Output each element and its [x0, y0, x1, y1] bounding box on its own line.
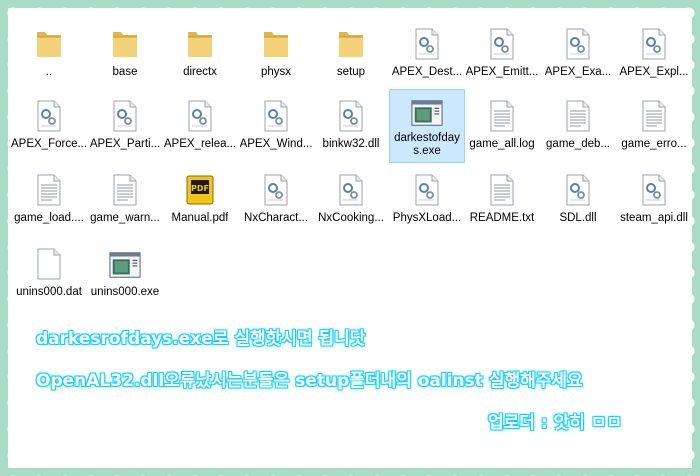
file-item[interactable]: game_erro... [617, 94, 691, 160]
file-label: unins000.exe [90, 286, 160, 298]
file-label: APEX_Exa... [544, 66, 612, 78]
file-label: APEX_Force... [11, 138, 87, 150]
file-label: Manual.pdf [171, 212, 229, 224]
folder-icon [335, 22, 367, 60]
file-item[interactable]: APEX_Wind... [239, 94, 313, 160]
file-item[interactable]: SDL.dll [541, 168, 615, 234]
file-label: NxCooking... [318, 212, 384, 224]
file-item[interactable]: base [88, 22, 162, 88]
file-grid: .. base directx physx setup APEX_Dest... APEX_… [8, 8, 692, 308]
file-item[interactable]: unins000.dat [12, 242, 86, 308]
file-label: APEX_Parti... [89, 138, 161, 150]
file-item[interactable]: APEX_Emitt... [465, 22, 539, 88]
text-file-icon [486, 94, 518, 132]
file-label: steam_api.dll [620, 212, 688, 224]
file-item[interactable]: APEX_Dest... [390, 22, 464, 88]
file-label: base [112, 66, 138, 78]
file-label: PhysXLoad... [392, 212, 462, 224]
dll-file-icon [486, 22, 518, 60]
file-label: physx [260, 66, 292, 78]
file-label: unins000.dat [16, 286, 82, 298]
dll-file-icon [562, 22, 594, 60]
file-item[interactable]: darkestofdays.exe [389, 89, 465, 163]
file-item[interactable]: game_warn... [88, 168, 162, 234]
file-label: game_deb... [546, 138, 610, 150]
file-item[interactable]: physx [239, 22, 313, 88]
dll-file-icon [33, 94, 65, 132]
dll-file-icon [638, 168, 670, 206]
file-item[interactable]: APEX_Exa... [541, 22, 615, 88]
file-item[interactable]: steam_api.dll [617, 168, 691, 234]
file-item[interactable]: game_load.... [12, 168, 86, 234]
text-file-icon [109, 168, 141, 206]
file-item[interactable]: APEX_Force... [11, 94, 87, 160]
file-label: game_erro... [621, 138, 687, 150]
file-item[interactable]: setup [314, 22, 388, 88]
pdf-file-icon: PDF [184, 168, 216, 206]
dll-file-icon [411, 22, 443, 60]
file-item[interactable]: APEX_relea... [163, 94, 237, 160]
exe-app-icon [109, 242, 141, 280]
caption-overlay: darkesrofdays.exe로 실행핫시면 됩니닷 OpenAL32.dl… [28, 318, 688, 458]
file-item[interactable]: APEX_Expl... [617, 22, 691, 88]
folder-icon [260, 22, 292, 60]
file-label: APEX_Dest... [391, 66, 463, 78]
dll-file-icon [260, 168, 292, 206]
file-label: APEX_relea... [163, 138, 237, 150]
dll-file-icon [335, 168, 367, 206]
dll-file-icon [562, 168, 594, 206]
file-label: APEX_Emitt... [465, 66, 539, 78]
file-label: .. [45, 66, 53, 78]
dll-file-icon [411, 168, 443, 206]
file-item[interactable]: .. [12, 22, 86, 88]
caption-line-3: 업로더 : 앗히 ㅁㅁ [488, 413, 623, 433]
file-item[interactable]: PDF Manual.pdf [163, 168, 237, 234]
blank-file-icon [33, 242, 65, 280]
folder-icon [33, 22, 65, 60]
caption-line-1: darkesrofdays.exe로 실행핫시면 됩니닷 [36, 329, 366, 349]
file-item[interactable]: PhysXLoad... [390, 168, 464, 234]
file-item[interactable]: APEX_Parti... [88, 94, 162, 160]
text-file-icon [638, 94, 670, 132]
text-file-icon [486, 168, 518, 206]
file-item[interactable]: game_deb... [541, 94, 615, 160]
file-label: binkw32.dll [322, 138, 380, 150]
file-label: game_all.log [469, 138, 535, 150]
file-label: APEX_Wind... [239, 138, 313, 150]
svg-text:PDF: PDF [191, 184, 209, 193]
folder-icon [184, 22, 216, 60]
dll-file-icon [638, 22, 670, 60]
file-item[interactable]: NxCooking... [314, 168, 388, 234]
file-item[interactable]: README.txt [465, 168, 539, 234]
file-item[interactable]: binkw32.dll [314, 94, 388, 160]
file-label: README.txt [469, 212, 535, 224]
file-label: setup [336, 66, 366, 78]
dll-file-icon [260, 94, 292, 132]
file-label: game_warn... [90, 212, 160, 224]
dll-file-icon [335, 94, 367, 132]
file-label: APEX_Expl... [619, 66, 689, 78]
explorer-window: .. base directx physx setup APEX_Dest... APEX_… [8, 8, 692, 468]
dll-file-icon [184, 94, 216, 132]
text-file-icon [33, 168, 65, 206]
file-label: SDL.dll [559, 212, 597, 224]
file-label: game_load.... [14, 212, 84, 224]
file-item[interactable]: NxCharact... [239, 168, 313, 234]
exe-app-icon [411, 90, 443, 128]
folder-icon [109, 22, 141, 60]
file-item[interactable]: unins000.exe [88, 242, 162, 308]
file-item[interactable]: game_all.log [465, 94, 539, 160]
file-label: NxCharact... [244, 212, 308, 224]
dll-file-icon [109, 94, 141, 132]
file-label: darkestofdays.exe [394, 132, 460, 157]
text-file-icon [562, 94, 594, 132]
caption-line-2: OpenAL32.dll오류났시는분들은 setup폴더내의 oalinst 실… [36, 371, 583, 391]
file-item[interactable]: directx [163, 22, 237, 88]
file-label: directx [183, 66, 217, 78]
